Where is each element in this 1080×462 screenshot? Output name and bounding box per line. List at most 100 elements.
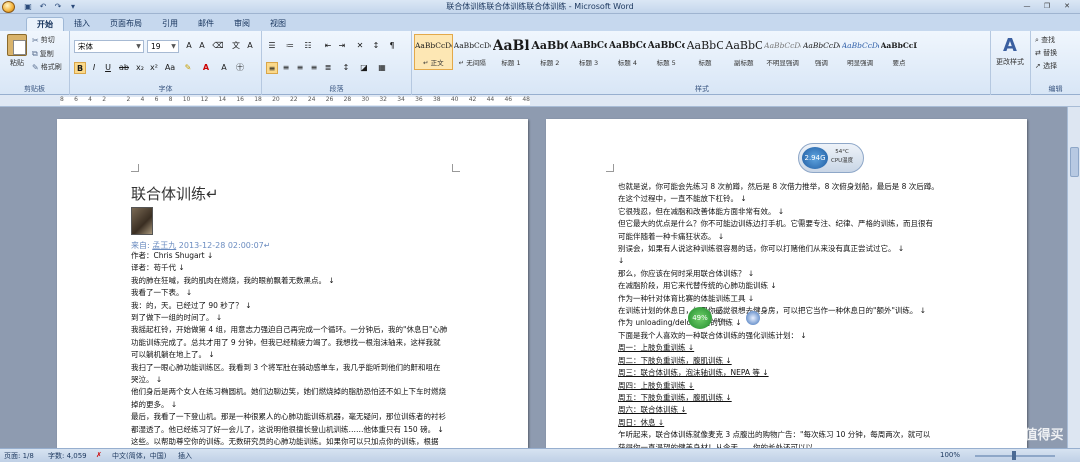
select-button[interactable]: ➚ 选择 (1035, 61, 1057, 71)
cpu-monitor-gadget[interactable]: 2.94G 54°C CPU温度 (798, 143, 864, 173)
insert-mode[interactable]: 插入 (178, 451, 192, 461)
style-strong[interactable]: AaBbCcDd要点 (880, 34, 919, 70)
italic-button[interactable]: I (88, 62, 100, 74)
minimize-button[interactable]: — (1018, 1, 1036, 12)
enclose-char-icon[interactable]: ㊉ (234, 62, 246, 74)
style-heading-5[interactable]: AaBbCc 标题 5 (647, 34, 686, 70)
distribute-icon[interactable]: ≣ (322, 62, 334, 74)
word-count[interactable]: 字数: 4,059 (48, 451, 87, 461)
title-bar: ▣ ↶ ↷ ▾ 联合体训练联合体训练联合体训练 - Microsoft Word… (0, 0, 1080, 14)
style-no-spacing[interactable]: AaBbCcDd ↵ 无间隔 (453, 34, 492, 70)
ribbon-tab-row: 开始 插入 页面布局 引用 邮件 审阅 视图 (0, 14, 1080, 31)
clear-format-icon[interactable]: ⌫ (212, 40, 224, 52)
style-title[interactable]: AaBbC 标题 (686, 34, 725, 70)
network-rates: 0K/s 0K/s (714, 309, 726, 325)
change-case-button[interactable]: Aa (164, 62, 176, 74)
copy-button[interactable]: ⧉ 复制 (32, 48, 54, 60)
decrease-indent-icon[interactable]: ⇤ (322, 40, 334, 52)
bullets-icon[interactable]: ☰ (266, 40, 278, 52)
align-right-icon[interactable]: ≡ (294, 62, 306, 74)
change-styles-button[interactable]: A 更改样式 (995, 35, 1025, 67)
ruler-number: 18 (254, 96, 262, 103)
change-styles-group: A 更改样式 (991, 31, 1031, 95)
vertical-scrollbar[interactable] (1067, 107, 1080, 448)
dropdown-icon[interactable]: ▼ (134, 41, 143, 52)
align-center-icon[interactable]: ≡ (280, 62, 292, 74)
language-indicator[interactable]: 中文(简体，中国) (112, 451, 166, 461)
grow-font-button[interactable]: A (183, 40, 195, 52)
bold-button[interactable]: B (74, 62, 86, 74)
font-name-combo[interactable]: 宋体 ▼ (74, 40, 144, 53)
ribbon-tabs: 开始 插入 页面布局 引用 邮件 审阅 视图 (26, 17, 296, 31)
accelerate-ball-icon[interactable] (746, 311, 760, 325)
page-2[interactable]: 也就是说，你可能会先练习 8 次前蹲，然后是 8 次借力推举，8 次俯身划船，最… (546, 119, 1027, 448)
ruler-number: 44 (486, 96, 495, 103)
style-heading-3[interactable]: AaBbCc 标题 3 (569, 34, 608, 70)
find-button[interactable]: ⌕ 查找 (1035, 35, 1055, 45)
replace-button[interactable]: ⇄ 替换 (1035, 48, 1057, 58)
page-1[interactable]: 联合体训练↵ 来自: 孟王九 2013-12-28 02:00:07↵ 作者：C… (57, 119, 528, 448)
editing-group: ⌕ 查找 ⇄ 替换 ➚ 选择 编辑 (1031, 31, 1080, 95)
line-spacing-icon[interactable]: ↕ (340, 62, 352, 74)
style-heading-1[interactable]: AaBl 标题 1 (492, 34, 531, 70)
text-line: 我摇起杠铃，开始做第 4 组，用意志力强迫自己再完成一个循环。一分钟后，我的"休… (131, 325, 448, 335)
borders-icon[interactable]: ▦ (376, 62, 388, 74)
show-marks-icon[interactable]: ¶ (386, 40, 398, 52)
text-line: 译者：苟千代 ↓ (131, 263, 185, 273)
zoom-slider-thumb[interactable] (1012, 451, 1016, 460)
tab-view[interactable]: 视图 (260, 17, 296, 31)
ruler-number: 26 (325, 96, 334, 103)
style-subtle-emphasis[interactable]: AaBbCcDd 不明显强调 (763, 34, 802, 70)
numbering-icon[interactable]: ≔ (284, 40, 296, 52)
align-left-icon[interactable]: ≡ (266, 62, 278, 74)
style-heading-4[interactable]: AaBbCcI标题 4 (608, 34, 647, 70)
char-shading-icon[interactable]: A (218, 62, 230, 74)
multilevel-list-icon[interactable]: ☷ (302, 40, 314, 52)
maximize-button[interactable]: ❐ (1038, 1, 1056, 12)
strikethrough-button[interactable]: ab (118, 62, 130, 74)
font-group: 宋体 ▼ 19 ▼ A A ⌫ 文 A B I U ab x₂ x² Aa ✎ A … (70, 31, 262, 95)
style-intense-emphasis[interactable]: AaBbCcDd 明显强调 (841, 34, 880, 70)
phonetic-guide-icon[interactable]: 文 (230, 40, 242, 52)
style-heading-2[interactable]: AaBbC 标题 2 (530, 34, 569, 70)
scrollbar-thumb[interactable] (1070, 147, 1079, 177)
tab-references[interactable]: 引用 (152, 17, 188, 31)
tab-mailings[interactable]: 邮件 (188, 17, 224, 31)
cut-button[interactable]: ✂ 剪切 (32, 34, 55, 46)
page-count[interactable]: 页面: 1/8 (4, 451, 34, 461)
close-button[interactable]: ✕ (1058, 1, 1076, 12)
increase-indent-icon[interactable]: ⇥ (336, 40, 348, 52)
sort-icon[interactable]: ↕ (370, 40, 382, 52)
author-link[interactable]: 孟王九 (152, 241, 176, 250)
justify-icon[interactable]: ≡ (308, 62, 320, 74)
paragraph-group: ☰ ≔ ☷ ⇤ ⇥ ✕ ↕ ¶ ≡ ≡ ≡ ≡ ≣ ↕ ◪ ▦ 段落 (262, 31, 412, 95)
ruler-number: 14 (218, 96, 227, 103)
zoom-level[interactable]: 100% (940, 451, 960, 459)
ruler-number: 2 (102, 96, 107, 103)
style-emphasis[interactable]: AaBbCcDd 强调 (802, 34, 841, 70)
underline-button[interactable]: U (102, 62, 114, 74)
paste-button[interactable]: 粘贴 (4, 34, 30, 72)
superscript-button[interactable]: x² (148, 62, 160, 74)
shrink-font-button[interactable]: A (196, 40, 208, 52)
subscript-button[interactable]: x₂ (134, 62, 146, 74)
font-color-icon[interactable]: A (200, 62, 212, 74)
tab-insert[interactable]: 插入 (64, 17, 100, 31)
tab-page-layout[interactable]: 页面布局 (100, 17, 152, 31)
proofing-icon[interactable]: ✗ (96, 451, 102, 459)
shading-icon[interactable]: ◪ (358, 62, 370, 74)
format-painter-button[interactable]: ✎ 格式刷 (32, 61, 62, 73)
style-normal[interactable]: AaBbCcDd ↵ 正文 (414, 34, 453, 70)
tab-home[interactable]: 开始 (26, 17, 64, 31)
style-subtitle[interactable]: AaBbC 副标题 (724, 34, 763, 70)
dropdown-icon[interactable]: ▼ (169, 41, 178, 52)
ruler-number: 36 (415, 96, 423, 103)
highlight-icon[interactable]: ✎ (182, 62, 194, 74)
window-controls: — ❐ ✕ (1018, 1, 1076, 12)
horizontal-ruler[interactable]: 8 6 4 2 2 4 6 8 10 12 14 16 18 20 22 24 26 28 30 32 34 36 38 40… (0, 95, 1080, 107)
network-monitor-gadget[interactable]: 49% 0K/s 0K/s (688, 307, 770, 329)
char-border-icon[interactable]: A (244, 40, 256, 52)
font-size-combo[interactable]: 19 ▼ (147, 40, 179, 53)
chinese-layout-icon[interactable]: ✕ (354, 40, 366, 52)
tab-review[interactable]: 审阅 (224, 17, 260, 31)
